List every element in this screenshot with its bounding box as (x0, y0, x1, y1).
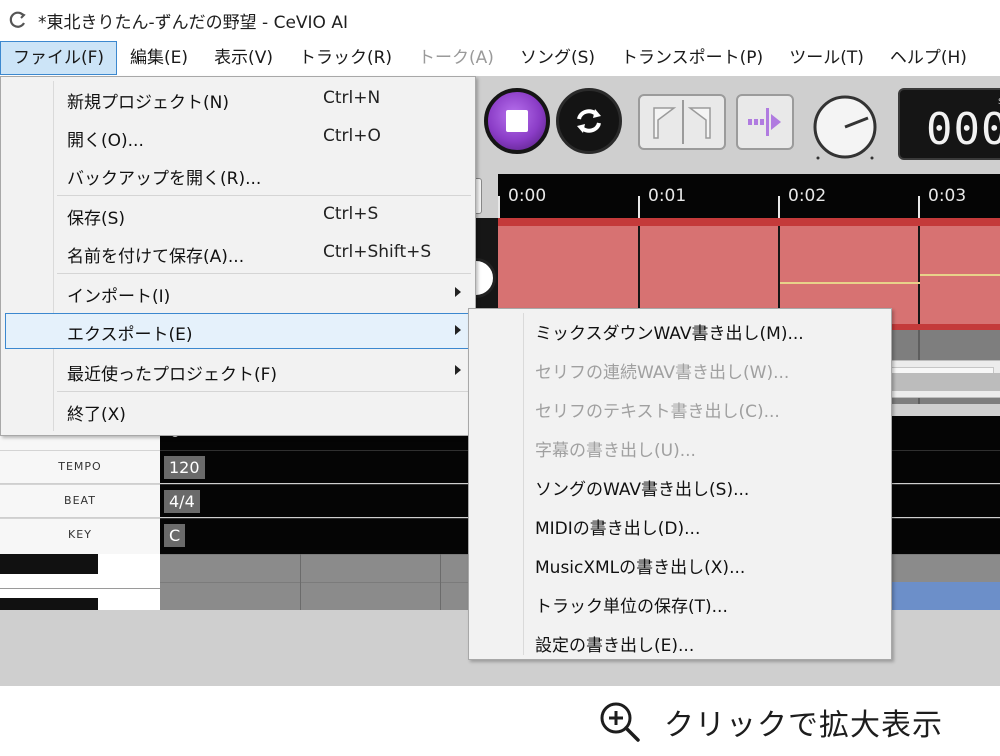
loop-markers-button[interactable] (638, 94, 726, 150)
time-counter: s 000 (898, 88, 1000, 160)
export-settings[interactable]: 設定の書き出し(E)... (535, 631, 694, 656)
key-label: KEY (0, 518, 160, 554)
ruler-tick (778, 196, 780, 218)
ruler-label: 0:03 (928, 186, 967, 206)
image-caption: クリックで拡大表示 (0, 686, 1000, 756)
stop-button[interactable] (484, 88, 550, 154)
tempo-label: TEMPO (0, 450, 160, 483)
menu-edit[interactable]: 編集(E) (117, 41, 201, 75)
export-dialogue-text[interactable]: セリフのテキスト書き出し(C)... (535, 397, 780, 422)
menu-item-save-as[interactable]: 名前を付けて保存(A)... Ctrl+Shift+S (5, 235, 471, 271)
auto-scroll-icon (748, 108, 781, 136)
menu-item-open[interactable]: 開く(O)... Ctrl+O (5, 119, 471, 155)
ruler-label: 0:02 (788, 186, 827, 206)
menu-item-label: エクスポート(E) (67, 325, 193, 345)
export-mixdown-wav[interactable]: ミックスダウンWAV書き出し(M)... (535, 319, 804, 344)
ruler-tick (638, 196, 640, 218)
menu-item-label: 最近使ったプロジェクト(F) (67, 365, 278, 385)
menu-item-recent-projects[interactable]: 最近使ったプロジェクト(F) (5, 353, 471, 389)
menu-transport[interactable]: トランスポート(P) (608, 41, 776, 75)
menu-item-shortcut: Ctrl+N (323, 88, 381, 108)
zoom-caption-text[interactable]: クリックで拡大表示 (664, 700, 943, 744)
beat-value[interactable]: 4/4 (164, 490, 200, 513)
menu-help[interactable]: ヘルプ(H) (877, 41, 980, 75)
ruler-label: 0:01 (648, 186, 687, 206)
export-submenu: ミックスダウンWAV書き出し(M)... セリフの連続WAV書き出し(W)...… (468, 308, 892, 660)
export-subtitles[interactable]: 字幕の書き出し(U)... (535, 436, 696, 461)
marker-icon (653, 107, 711, 139)
menu-song[interactable]: ソング(S) (507, 41, 608, 75)
cevio-app-icon (9, 11, 26, 28)
ruler-label: 0:00 (508, 186, 547, 206)
tempo-value[interactable]: 120 (164, 456, 205, 479)
export-dialogue-wav[interactable]: セリフの連続WAV書き出し(W)... (535, 358, 789, 383)
auto-scroll-button[interactable] (736, 94, 794, 150)
menu-item-export[interactable]: エクスポート(E) (5, 313, 471, 349)
loop-button[interactable] (556, 88, 622, 154)
menu-item-label: 保存(S) (67, 209, 126, 229)
menu-item-shortcut: Ctrl+O (323, 126, 381, 146)
menu-item-new-project[interactable]: 新規プロジェクト(N) Ctrl+N (5, 81, 471, 117)
menu-item-label: 開く(O)... (67, 131, 144, 151)
menu-item-shortcut: Ctrl+Shift+S (323, 242, 432, 262)
menu-item-label: インポート(I) (67, 287, 171, 307)
stop-icon (506, 110, 528, 132)
menu-view[interactable]: 表示(V) (201, 41, 286, 75)
menu-item-import[interactable]: インポート(I) (5, 275, 471, 311)
export-musicxml[interactable]: MusicXMLの書き出し(X)... (535, 553, 745, 578)
menu-item-exit[interactable]: 終了(X) (5, 393, 471, 429)
menu-item-label: 新規プロジェクト(N) (67, 93, 229, 113)
menu-item-label: 終了(X) (67, 405, 126, 425)
export-song-wav[interactable]: ソングのWAV書き出し(S)... (535, 475, 749, 500)
piano-black-key[interactable] (0, 598, 98, 610)
export-midi[interactable]: MIDIの書き出し(D)... (535, 514, 700, 539)
menu-item-label: バックアップを開く(R)... (67, 169, 262, 189)
cevio-window: *東北きりたん-ずんだの野望 - CeVIO AI ファイル(F) 編集(E) … (0, 0, 1000, 756)
piano-keyboard[interactable] (0, 554, 160, 610)
menu-item-open-backup[interactable]: バックアップを開く(R)... (5, 157, 471, 193)
volume-knob[interactable] (808, 90, 882, 164)
submenu-arrow-icon (455, 365, 461, 375)
menu-item-save[interactable]: 保存(S) Ctrl+S (5, 197, 471, 233)
piano-black-key[interactable] (0, 554, 98, 574)
menu-separator (57, 195, 471, 196)
file-menu-dropdown: 新規プロジェクト(N) Ctrl+N 開く(O)... Ctrl+O バックアッ… (0, 76, 476, 436)
ruler-tick (918, 196, 920, 218)
note-line (920, 274, 1000, 276)
menu-item-label: 名前を付けて保存(A)... (67, 247, 245, 267)
menu-tools[interactable]: ツール(T) (776, 41, 877, 75)
loop-icon (577, 109, 601, 133)
export-track-save[interactable]: トラック単位の保存(T)... (535, 592, 728, 617)
title-bar: *東北きりたん-ずんだの野望 - CeVIO AI (0, 0, 1000, 40)
key-value[interactable]: C (164, 524, 186, 547)
menu-separator (57, 273, 471, 274)
menu-bar: ファイル(F) 編集(E) 表示(V) トラック(R) トーク(A) ソング(S… (0, 40, 1000, 76)
ruler-tick (498, 196, 500, 218)
menu-item-shortcut: Ctrl+S (323, 204, 379, 224)
zoom-in-icon[interactable] (598, 700, 642, 744)
menu-track[interactable]: トラック(R) (286, 41, 405, 75)
beat-label: BEAT (0, 484, 160, 517)
scrollbar-thumb[interactable] (890, 373, 1000, 391)
window-title: *東北きりたん-ずんだの野望 - CeVIO AI (38, 12, 348, 33)
submenu-arrow-icon (455, 287, 461, 297)
menu-separator (57, 391, 471, 392)
timeline-ruler[interactable]: 0:00 0:01 0:02 0:03 (498, 174, 1000, 218)
menu-file[interactable]: ファイル(F) (0, 41, 118, 75)
note-line (780, 282, 920, 284)
menu-talk[interactable]: トーク(A) (405, 41, 507, 75)
counter-value: 000 (926, 104, 1000, 155)
submenu-arrow-icon (455, 325, 461, 335)
menu-gutter (523, 313, 524, 655)
